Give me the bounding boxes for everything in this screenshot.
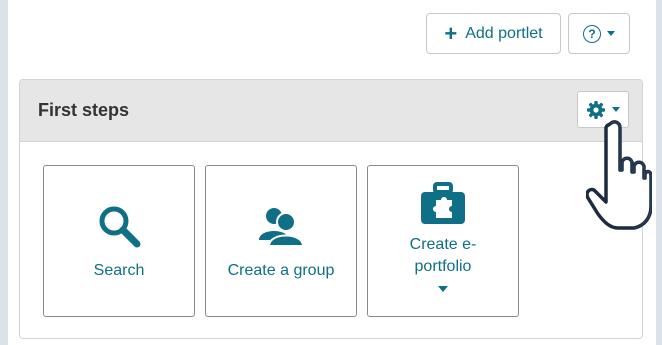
- tile-label: Create a group: [227, 262, 335, 279]
- add-portlet-label: Add portlet: [465, 24, 543, 42]
- chevron-down-icon[interactable]: [438, 286, 448, 292]
- search-icon: [95, 202, 143, 250]
- plus-icon: +: [444, 20, 458, 46]
- portlet-header: First steps: [20, 80, 642, 142]
- tile-label: Create e-portfolio: [409, 236, 477, 275]
- chevron-down-icon: [612, 107, 620, 112]
- first-steps-portlet: First steps Search Create a group Create…: [19, 79, 643, 339]
- gear-icon: [587, 100, 605, 119]
- chevron-down-icon: [607, 31, 615, 36]
- tile-label: Search: [93, 262, 145, 279]
- page: + Add portlet ? First steps Search Creat…: [8, 0, 656, 345]
- create-group-tile[interactable]: Create a group: [205, 165, 357, 317]
- help-dropdown-button[interactable]: ?: [568, 13, 630, 54]
- group-icon: [255, 202, 307, 250]
- portfolio-icon: [419, 180, 467, 228]
- search-tile[interactable]: Search: [43, 165, 195, 317]
- portlet-title: First steps: [38, 100, 130, 120]
- add-portlet-button[interactable]: + Add portlet: [426, 13, 561, 54]
- hand-pointer-cursor-icon: [586, 120, 652, 230]
- question-circle-icon: ?: [583, 24, 601, 43]
- create-e-portfolio-tile[interactable]: Create e-portfolio: [367, 165, 519, 317]
